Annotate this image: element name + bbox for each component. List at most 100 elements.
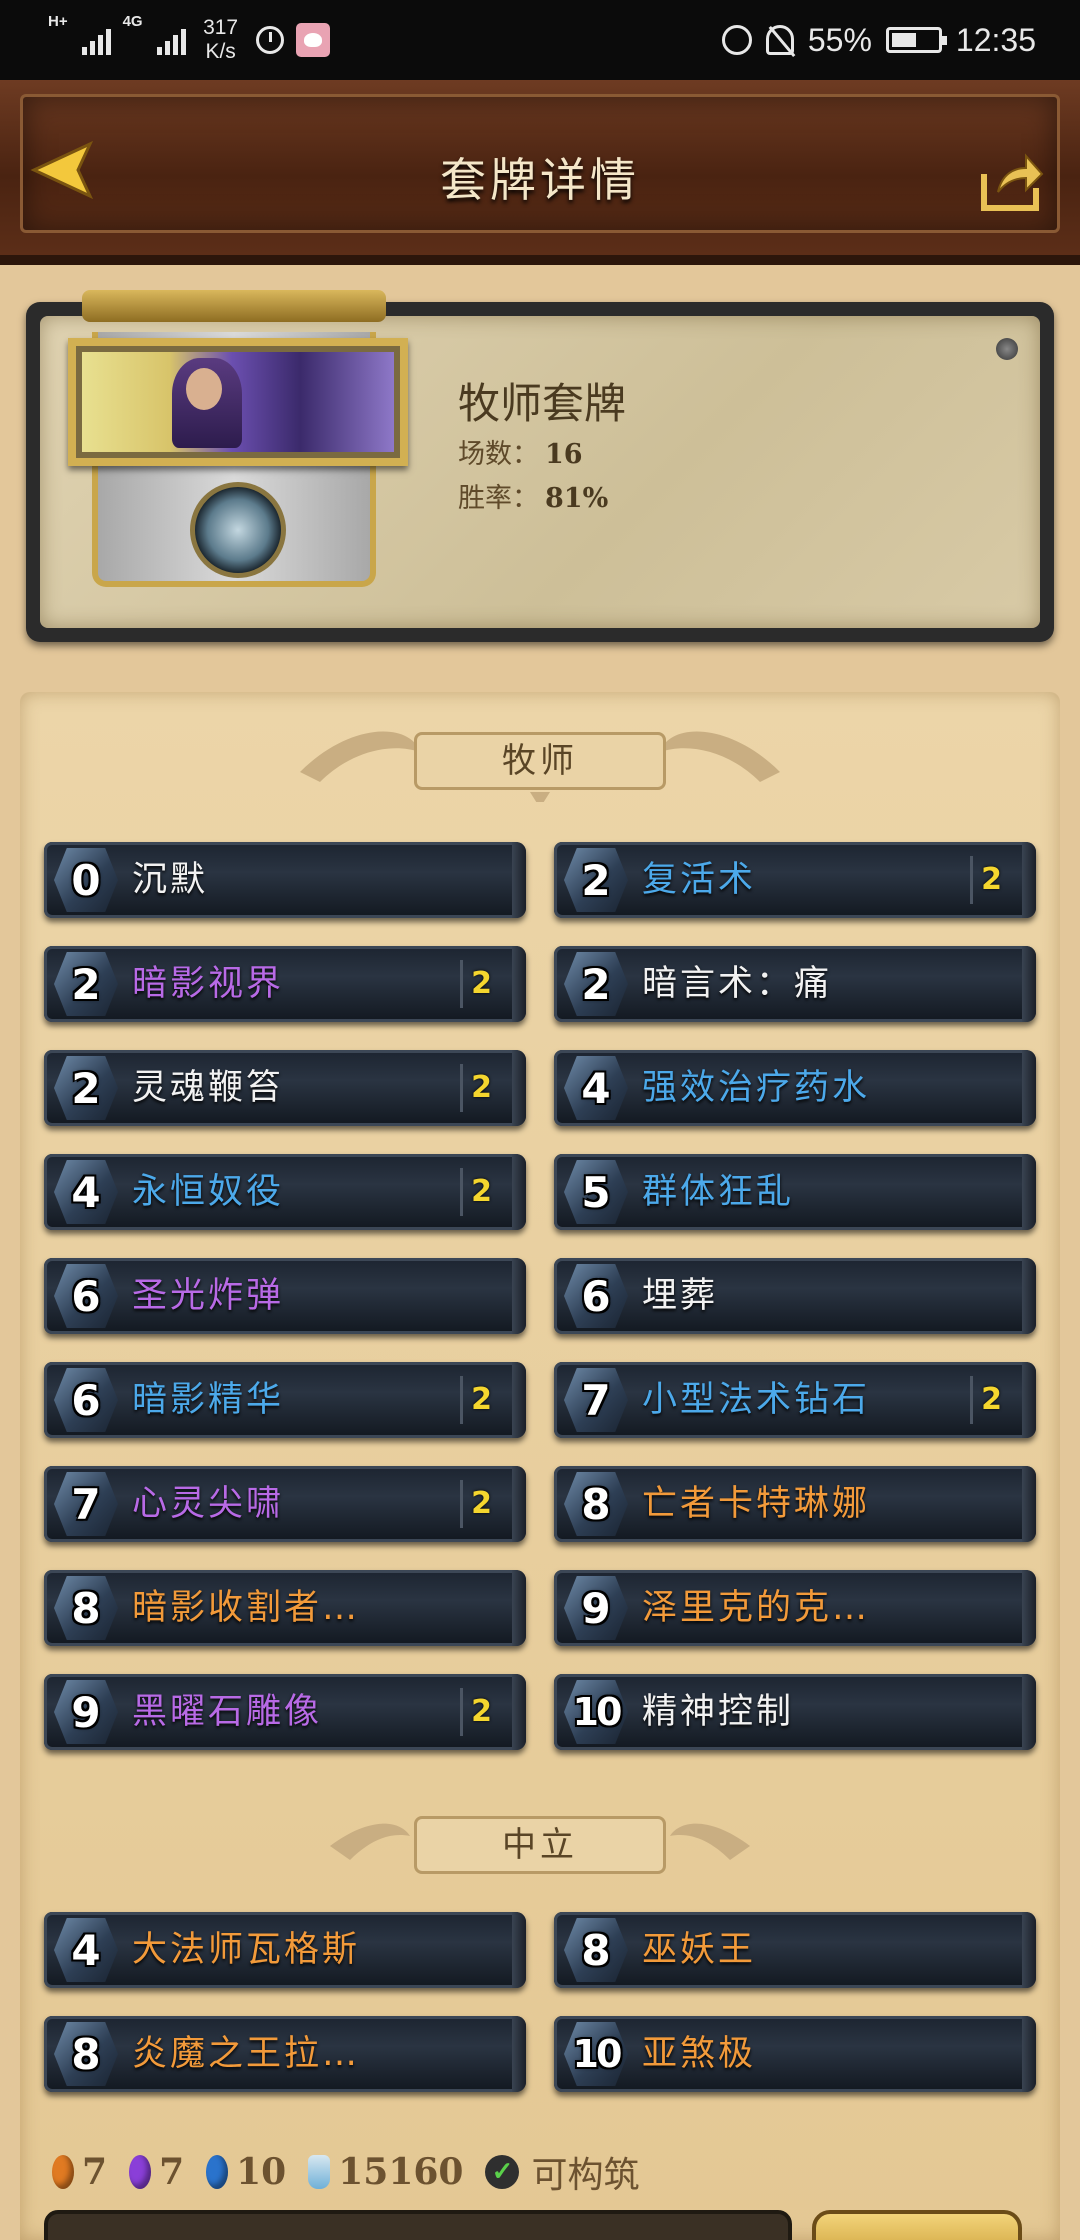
signal-icon-2 (156, 25, 186, 55)
mana-cost-gem: 9 (564, 1576, 628, 1640)
winrate-row: 胜率： 81% (458, 476, 608, 515)
mana-cost: 2 (71, 1063, 101, 1113)
mana-cost: 8 (581, 1925, 611, 1975)
games-label: 场数： (458, 439, 539, 470)
card-tile[interactable]: 10 精神控制 (554, 1674, 1036, 1750)
card-quantity: 2 (460, 1064, 500, 1112)
card-tile[interactable]: 4 强效治疗药水 (554, 1050, 1036, 1126)
mana-cost-gem: 9 (54, 1680, 118, 1744)
craftable-label: 可构筑 (531, 2155, 640, 2196)
card-name: 小型法术钻石 (642, 1380, 871, 1420)
mana-cost-gem: 2 (54, 1056, 118, 1120)
card-tile[interactable]: 2 暗影视界 2 (44, 946, 526, 1022)
card-name: 泽里克的克… (642, 1588, 871, 1628)
stopwatch-icon (255, 26, 284, 54)
app-notification-icon (295, 23, 330, 57)
mana-cost: 9 (581, 1583, 611, 1633)
network-speed-unit: K/s (205, 40, 236, 63)
network-speed: 317 K/s (198, 16, 244, 64)
mana-cost: 2 (71, 959, 101, 1009)
neutral-section-label: 中立 (414, 1816, 666, 1874)
card-tile[interactable]: 7 小型法术钻石 2 (554, 1362, 1036, 1438)
card-name: 强效治疗药水 (642, 1068, 871, 1108)
mana-cost-gem: 10 (564, 1680, 628, 1744)
dust-cost-value: 15160 (338, 2151, 464, 2193)
mana-cost: 6 (71, 1271, 101, 1321)
card-tile[interactable]: 8 亡者卡特琳娜 (554, 1466, 1036, 1542)
card-tile[interactable]: 10 亚煞极 (554, 2016, 1036, 2092)
banner-rod (82, 290, 386, 322)
mana-cost: 2 (581, 855, 611, 905)
card-name: 亚煞极 (642, 2034, 757, 2074)
neutral-section-header: 中立 (290, 1796, 790, 1886)
card-name: 群体狂乱 (642, 1172, 795, 1212)
mana-cost: 8 (71, 1583, 101, 1633)
card-tile[interactable]: 2 暗言术：痛 (554, 946, 1036, 1022)
card-name: 巫妖王 (642, 1930, 757, 1970)
legendary-gem-icon (52, 2155, 74, 2189)
rare-gem-icon (206, 2155, 229, 2189)
card-tile[interactable]: 4 大法师瓦格斯 (44, 1912, 526, 1988)
card-tile[interactable]: 2 灵魂鞭笞 2 (44, 1050, 526, 1126)
card-tile[interactable]: 6 埋葬 (554, 1258, 1036, 1334)
mana-cost: 9 (71, 1687, 101, 1737)
epic-gem-icon (129, 2155, 152, 2189)
hero-power-icon (190, 482, 286, 578)
copy-button[interactable] (812, 2210, 1022, 2240)
card-quantity: 2 (460, 1480, 500, 1528)
deck-summary: 7 7 10 15160 ✓ 可构筑 (52, 2146, 640, 2198)
card-tile[interactable]: 7 心灵尖啸 2 (44, 1466, 526, 1542)
games-row: 场数： 16 (458, 432, 583, 471)
mana-cost: 8 (71, 2029, 101, 2079)
card-tile[interactable]: 6 暗影精华 2 (44, 1362, 526, 1438)
mana-cost: 7 (581, 1375, 611, 1425)
card-tile[interactable]: 9 黑曜石雕像 2 (44, 1674, 526, 1750)
hd-indicator: H+ (48, 13, 68, 30)
mana-cost-gem: 4 (564, 1056, 628, 1120)
card-name: 永恒奴役 (132, 1172, 285, 1212)
card-tile[interactable]: 8 暗影收割者… (44, 1570, 526, 1646)
mana-cost-gem: 8 (54, 2022, 118, 2086)
card-quantity: 2 (460, 960, 500, 1008)
mana-cost: 8 (581, 1479, 611, 1529)
mana-cost-gem: 8 (54, 1576, 118, 1640)
class-section-label: 牧师 (414, 732, 666, 790)
card-tile[interactable]: 0 沉默 (44, 842, 526, 918)
card-name: 复活术 (642, 860, 757, 900)
hero-portrait-art (82, 352, 394, 452)
card-name: 心灵尖啸 (132, 1484, 285, 1524)
card-name: 暗影精华 (132, 1380, 285, 1420)
clock: 12:35 (955, 21, 1036, 58)
alarm-icon (721, 25, 752, 55)
battery-percent: 55% (807, 21, 872, 58)
mana-cost-gem: 5 (564, 1160, 628, 1224)
card-tile[interactable]: 6 圣光炸弹 (44, 1258, 526, 1334)
card-quantity: 2 (970, 856, 1010, 904)
checkmark-icon: ✓ (485, 2155, 520, 2189)
card-tile[interactable]: 2 复活术 2 (554, 842, 1036, 918)
card-tile[interactable]: 8 巫妖王 (554, 1912, 1036, 1988)
deck-code-bar[interactable] (44, 2210, 792, 2240)
card-name: 黑曜石雕像 (132, 1692, 323, 1732)
battery-icon (885, 27, 947, 53)
card-name: 圣光炸弹 (132, 1276, 285, 1316)
network-speed-value: 317 (203, 16, 239, 39)
hero-face (186, 368, 222, 410)
rare-count-value: 10 (236, 2151, 287, 2193)
card-tile[interactable]: 8 炎魔之王拉… (44, 2016, 526, 2092)
card-name: 埋葬 (642, 1276, 719, 1316)
card-tile[interactable]: 4 永恒奴役 2 (44, 1154, 526, 1230)
mana-cost: 0 (71, 855, 101, 905)
card-name: 精神控制 (642, 1692, 795, 1732)
mana-cost: 2 (581, 959, 611, 1009)
dust-cost: 15160 (308, 2151, 463, 2193)
card-name: 沉默 (132, 860, 209, 900)
share-icon (981, 153, 1044, 211)
card-tile[interactable]: 5 群体狂乱 (554, 1154, 1036, 1230)
class-section-header: 牧师 (290, 712, 790, 802)
mana-cost-gem: 6 (564, 1264, 628, 1328)
share-button[interactable] (976, 148, 1046, 214)
card-tile[interactable]: 9 泽里克的克… (554, 1570, 1036, 1646)
mana-cost-gem: 8 (564, 1918, 628, 1982)
games-value: 16 (545, 439, 583, 470)
